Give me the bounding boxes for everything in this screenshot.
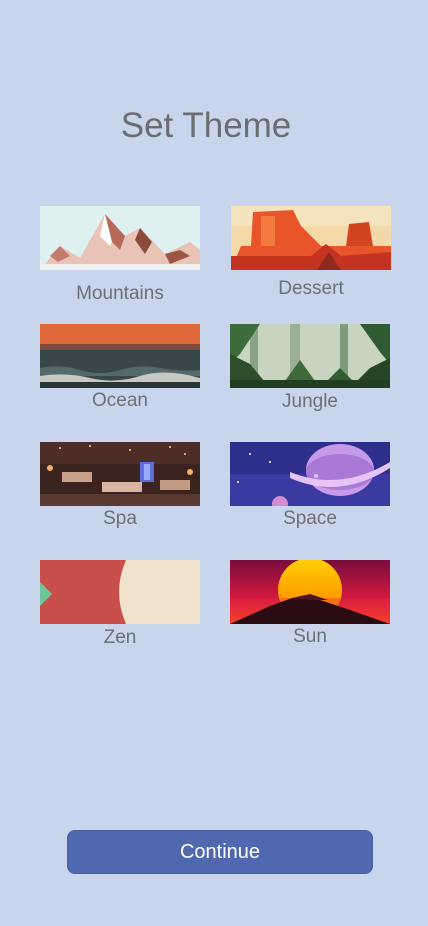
theme-mountains-label: Mountains	[76, 283, 164, 304]
theme-zen-label: Zen	[103, 627, 137, 648]
page-title: Set Theme	[120, 106, 292, 145]
space-image	[230, 442, 390, 506]
theme-mountains-tile[interactable]	[40, 206, 200, 270]
sun-image	[230, 560, 390, 624]
desert-image	[231, 206, 391, 270]
jungle-image	[230, 324, 390, 388]
theme-ocean-label: Ocean	[92, 390, 148, 411]
zen-image	[40, 560, 200, 624]
theme-jungle-tile[interactable]	[230, 324, 390, 388]
theme-spa-label: Spa	[103, 508, 137, 529]
continue-button[interactable]: Continue	[67, 830, 373, 874]
theme-spa-tile[interactable]	[40, 442, 200, 506]
theme-space-tile[interactable]	[230, 442, 390, 506]
theme-zen-tile[interactable]	[40, 560, 200, 624]
mountains-image	[40, 206, 200, 270]
spa-image	[40, 442, 200, 506]
theme-space-label: Space	[283, 508, 337, 529]
theme-jungle-label: Jungle	[282, 391, 338, 412]
theme-dessert-tile[interactable]	[231, 206, 391, 270]
theme-sun-tile[interactable]	[230, 560, 390, 624]
ocean-image	[40, 324, 200, 388]
theme-sun-label: Sun	[293, 626, 327, 647]
theme-dessert-label: Dessert	[278, 278, 344, 299]
theme-ocean-tile[interactable]	[40, 324, 200, 388]
